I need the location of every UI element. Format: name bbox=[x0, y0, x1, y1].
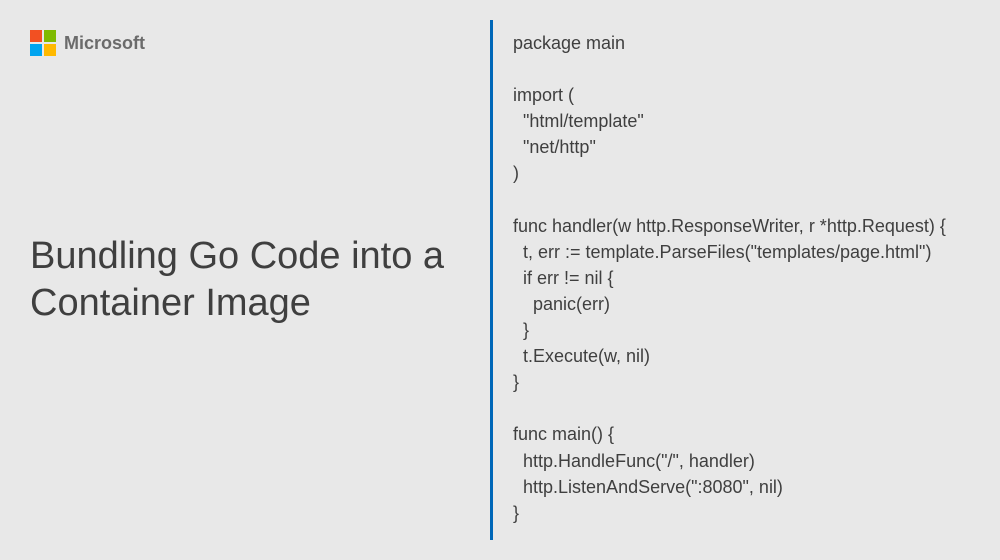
presentation-slide: Microsoft Bundling Go Code into a Contai… bbox=[0, 0, 1000, 560]
brand-name: Microsoft bbox=[64, 33, 145, 54]
slide-content: Bundling Go Code into a Container Image … bbox=[30, 30, 970, 530]
slide-title: Bundling Go Code into a Container Image bbox=[30, 233, 470, 328]
vertical-divider bbox=[490, 20, 493, 540]
microsoft-logo-icon bbox=[30, 30, 56, 56]
code-column: package main import ( "html/template" "n… bbox=[513, 30, 970, 530]
code-block: package main import ( "html/template" "n… bbox=[513, 30, 970, 526]
brand-lockup: Microsoft bbox=[30, 30, 145, 56]
title-column: Bundling Go Code into a Container Image bbox=[30, 30, 490, 530]
